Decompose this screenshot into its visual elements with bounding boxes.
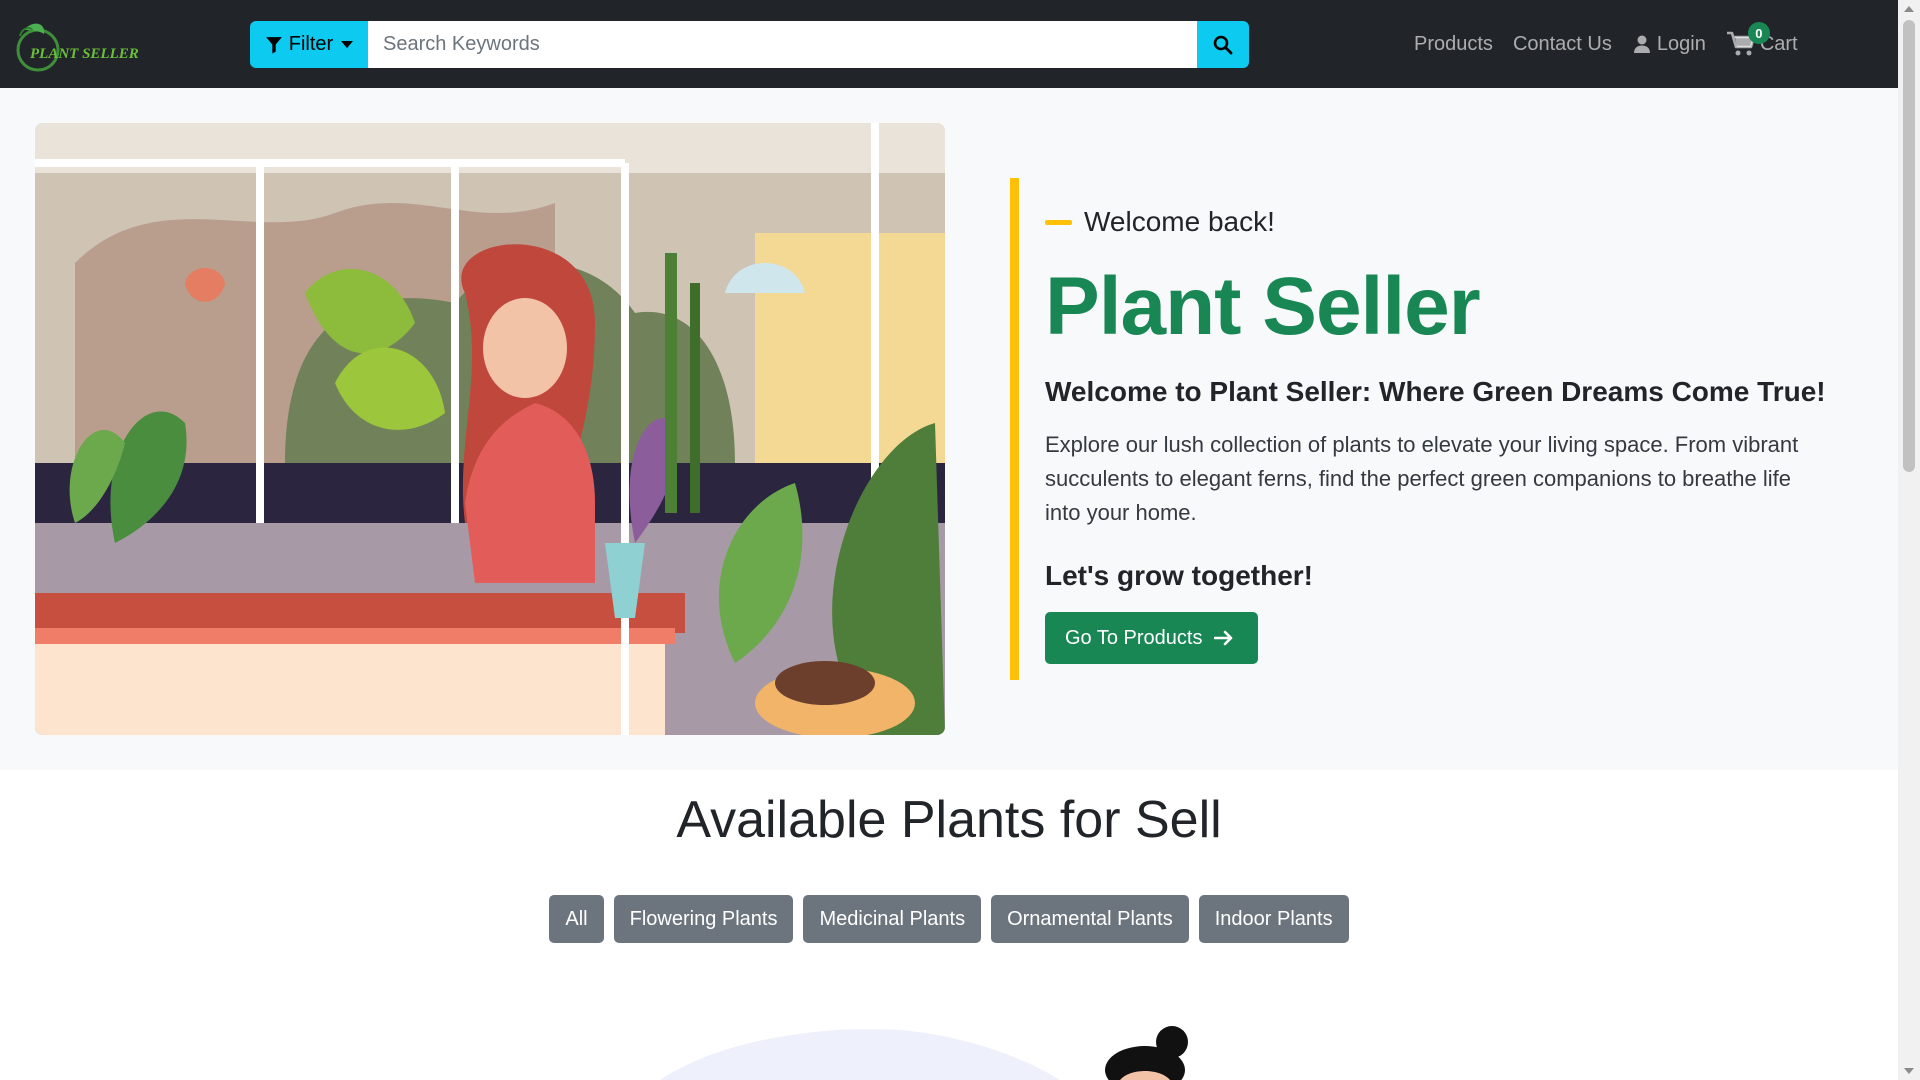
search-button[interactable] [1197, 21, 1249, 68]
category-filter-row: All Flowering Plants Medicinal Plants Or… [0, 895, 1898, 943]
nav-login-link[interactable]: Login [1632, 33, 1706, 56]
nav-products-link[interactable]: Products [1414, 33, 1493, 56]
user-icon [1633, 35, 1650, 53]
nav-links: Products Contact Us Login 0 Cart [1414, 22, 1818, 62]
category-ornamental-button[interactable]: Ornamental Plants [991, 895, 1189, 943]
search-input[interactable] [368, 21, 1197, 68]
page: PLANT SELLER Filter Products Contact Us … [0, 0, 1920, 1080]
cta-label: Go To Products [1065, 626, 1203, 649]
search-icon [1213, 35, 1233, 54]
hero-section: Welcome back! Plant Seller Welcome to Pl… [0, 88, 1898, 770]
brand-logo[interactable]: PLANT SELLER [14, 16, 154, 74]
hero-tagline: Let's grow together! [1045, 560, 1313, 591]
chevron-down-icon [341, 41, 354, 48]
welcome-row: Welcome back! [1045, 206, 1830, 238]
products-section-title: Available Plants for Sell [676, 791, 1222, 849]
welcome-text: Welcome back! [1084, 206, 1275, 237]
hero-illustration [35, 123, 945, 735]
login-label: Login [1656, 32, 1706, 55]
hero-title: Plant Seller [1045, 261, 1481, 352]
nav-cart-link[interactable]: 0 Cart [1726, 22, 1798, 58]
go-to-products-button[interactable]: Go To Products [1045, 612, 1259, 664]
search-group: Filter [250, 21, 1249, 68]
scroll-up-arrow-icon[interactable] [1904, 6, 1914, 12]
hero-text-panel: Welcome back! Plant Seller Welcome to Pl… [1010, 178, 1830, 680]
category-indoor-button[interactable]: Indoor Plants [1198, 895, 1349, 943]
hero-description: Explore our lush collection of plants to… [1045, 432, 1799, 525]
page-scrollbar[interactable] [1898, 0, 1920, 1080]
scrollbar-thumb[interactable] [1903, 20, 1915, 472]
section-illustration [640, 1010, 1200, 1080]
scroll-down-arrow-icon[interactable] [1904, 1068, 1914, 1074]
navbar: PLANT SELLER Filter Products Contact Us … [0, 0, 1898, 88]
cart-count-badge: 0 [1747, 22, 1770, 44]
nav-contact-link[interactable]: Contact Us [1513, 33, 1612, 56]
category-all-button[interactable]: All [549, 895, 604, 943]
filter-dropdown-button[interactable]: Filter [250, 21, 368, 68]
arrow-right-icon [1214, 630, 1233, 646]
welcome-dash [1045, 219, 1072, 225]
category-flowering-button[interactable]: Flowering Plants [613, 895, 794, 943]
filter-icon [265, 36, 282, 53]
filter-label: Filter [288, 33, 334, 55]
hero-subtitle: Welcome to Plant Seller: Where Green Dre… [1045, 376, 1826, 407]
brand-text: PLANT SELLER [30, 46, 139, 62]
category-medicinal-button[interactable]: Medicinal Plants [803, 895, 982, 943]
